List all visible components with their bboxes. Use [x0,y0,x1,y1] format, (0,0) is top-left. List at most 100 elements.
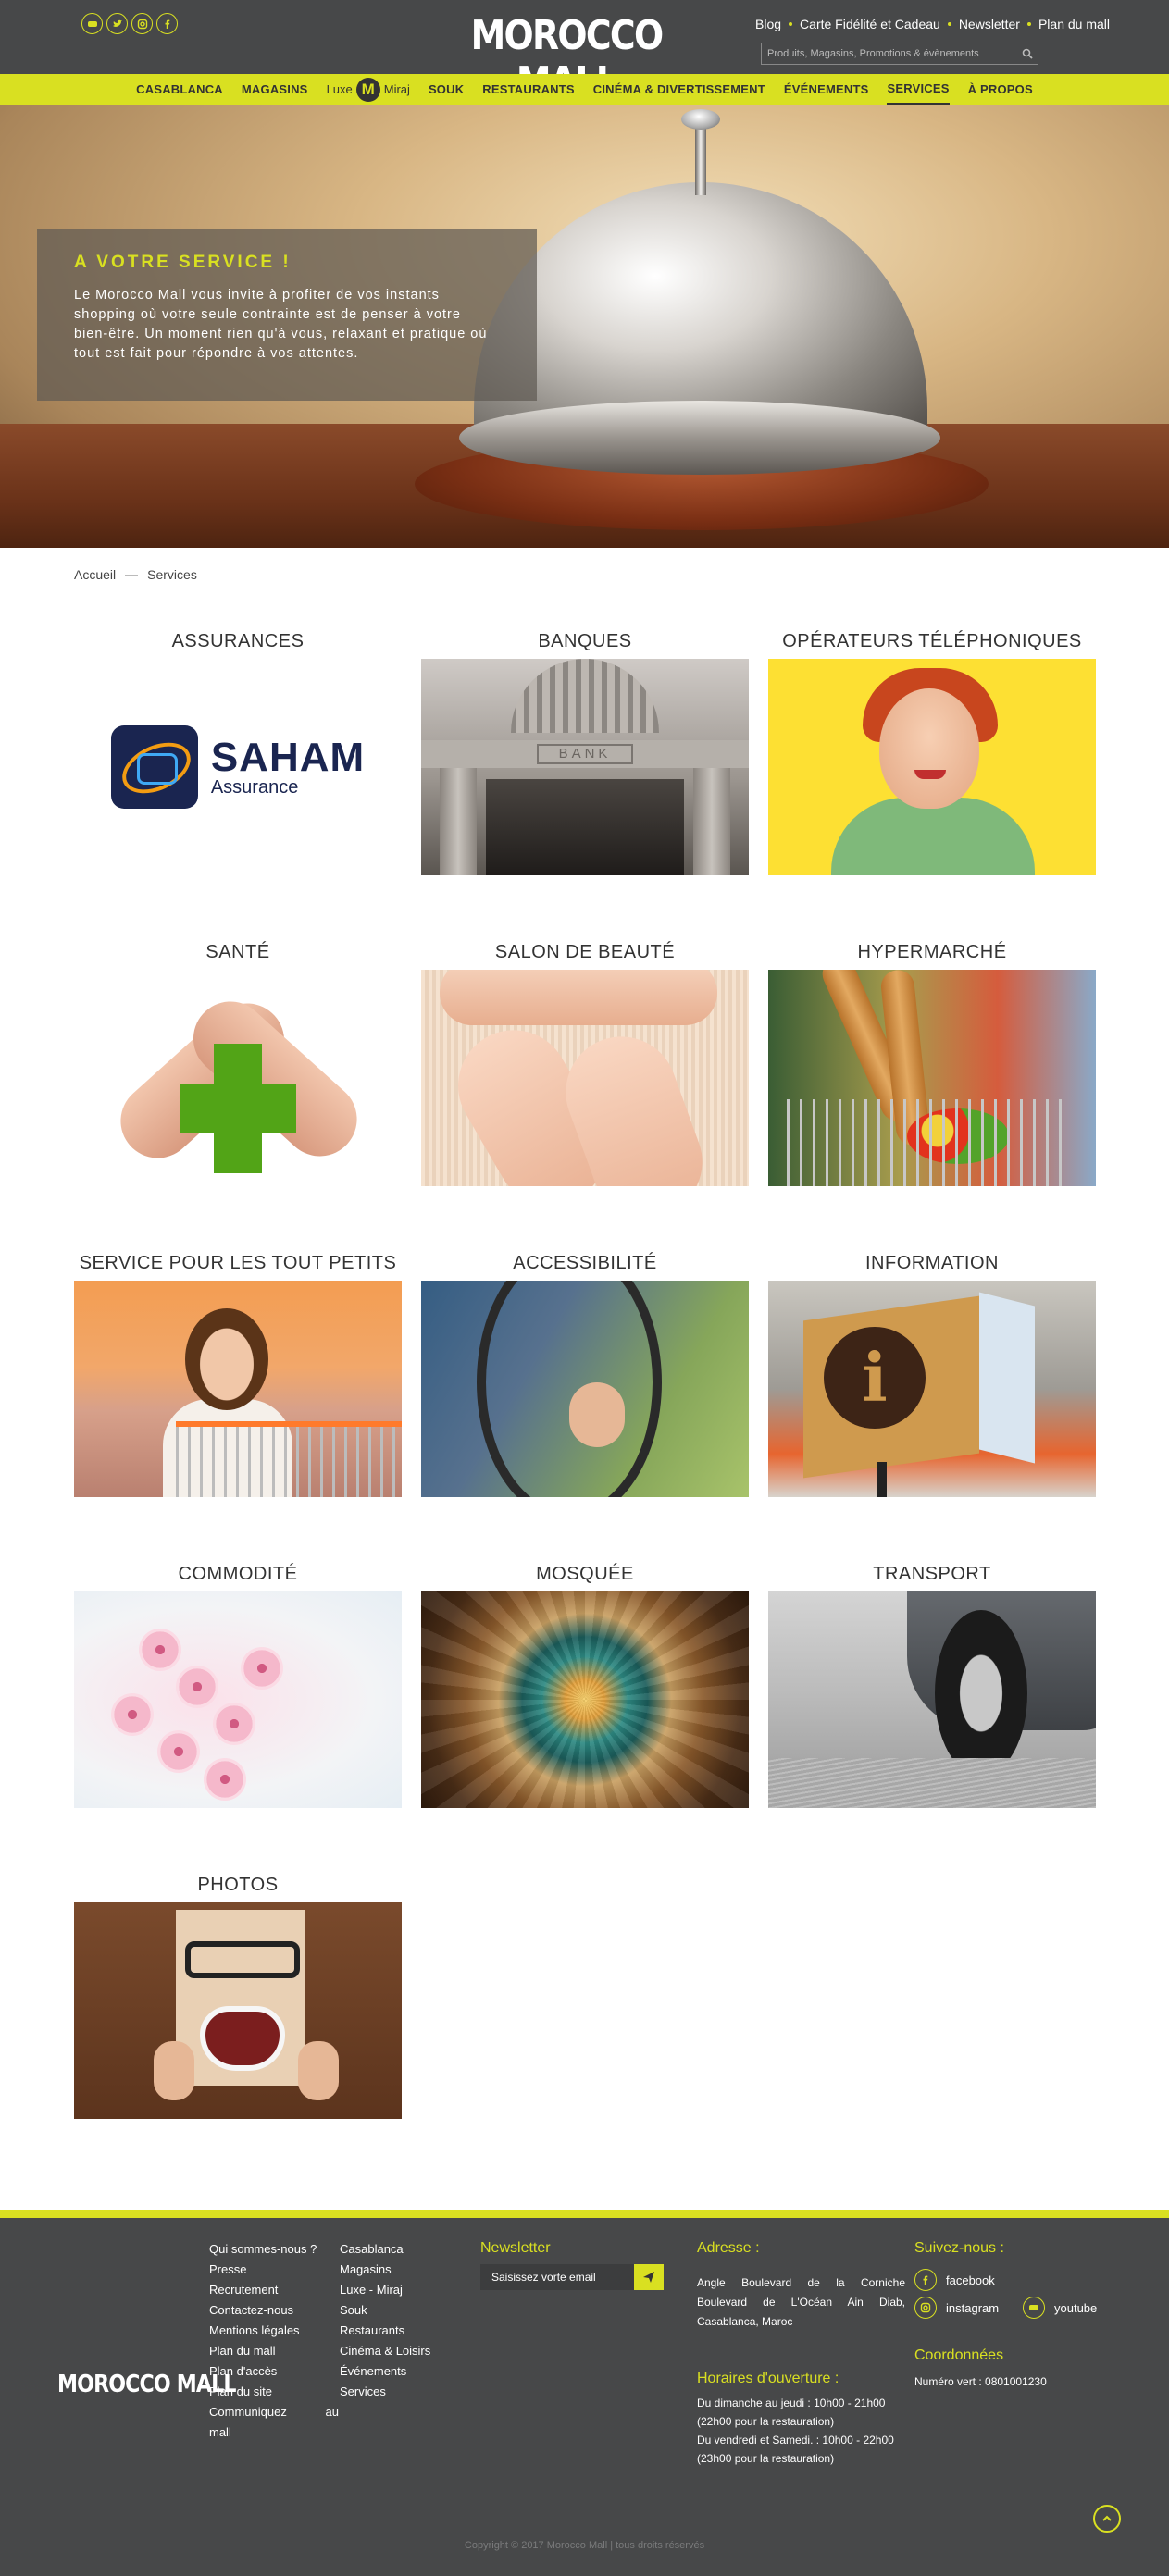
footer-link[interactable]: Contactez-nous [209,2300,330,2321]
site-logo[interactable]: MOROCCO MALL [463,13,670,105]
nav-a-propos[interactable]: À PROPOS [968,74,1033,105]
hero-title: A VOTRE SERVICE ! [74,253,292,272]
service-title[interactable]: TRANSPORT [768,1562,1096,1591]
footer-link[interactable]: Qui sommes-nous ? [209,2239,330,2260]
blog-link[interactable]: Blog [755,17,781,31]
nav-magasins[interactable]: MAGASINS [242,74,308,105]
health-cross-image[interactable] [74,970,402,1186]
footer-youtube-link[interactable]: youtube [1023,2297,1097,2319]
search-icon[interactable] [1017,48,1038,59]
photo-booth-image[interactable] [74,1902,402,2119]
services-grid: ASSURANCES SAHAM Assurance BANQUES BANK … [74,629,1096,2119]
instagram-icon[interactable] [131,13,153,34]
footer-link[interactable]: Plan du site [209,2382,330,2402]
nav-evenements[interactable]: ÉVÉNEMENTS [784,74,869,105]
copyright: Copyright © 2017 Morocco Mall | tous dro… [464,2540,705,2551]
nav-services[interactable]: SERVICES [887,74,950,105]
hero-text: Le Morocco Mall vous invite à profiter d… [74,288,488,361]
separator-dot [789,22,793,26]
service-card-commodite[interactable]: COMMODITÉ [74,1562,402,1808]
youtube-icon[interactable] [81,13,103,34]
saham-logo-image[interactable]: SAHAM Assurance [74,659,402,875]
send-icon[interactable] [634,2264,664,2290]
facebook-icon[interactable] [156,13,178,34]
service-title[interactable]: ASSURANCES [74,629,402,659]
footer-link[interactable]: Cinéma & Loisirs [340,2341,451,2361]
footer-link[interactable]: Services [340,2382,451,2402]
footer-link[interactable]: Restaurants [340,2321,451,2341]
footer-link[interactable]: Souk [340,2300,451,2321]
nav-luxe-miraj[interactable]: Luxe M Miraj [326,77,410,102]
service-card-sante[interactable]: SANTÉ [74,940,402,1186]
breadcrumb-separator [125,574,139,576]
service-card-beaute[interactable]: SALON DE BEAUTÉ [421,940,749,1186]
service-title[interactable]: HYPERMARCHÉ [768,940,1096,970]
service-title[interactable]: PHOTOS [74,1873,402,1902]
mosque-dome-image[interactable] [421,1591,749,1808]
car-tire-image[interactable] [768,1591,1096,1808]
footer-instagram-link[interactable]: instagram [914,2297,999,2319]
loyalty-card-link[interactable]: Carte Fidélité et Cadeau [800,17,940,31]
service-card-photos[interactable]: PHOTOS [74,1873,402,2119]
footer-link[interactable]: Casablanca [340,2239,451,2260]
follow-us-title: Suivez-nous : [914,2240,1004,2256]
footer-link[interactable]: Plan du mall [209,2341,330,2361]
search-input[interactable] [762,43,1017,64]
footer-link[interactable]: Recrutement [209,2280,330,2300]
hypermarket-image[interactable] [768,970,1096,1186]
service-title[interactable]: SALON DE BEAUTÉ [421,940,749,970]
service-title[interactable]: INFORMATION [768,1251,1096,1281]
service-title[interactable]: SERVICE POUR LES TOUT PETITS [74,1251,402,1281]
service-title[interactable]: SANTÉ [74,940,402,970]
newsletter-email-input[interactable] [480,2264,634,2290]
hours-weekdays-restaurants: (22h00 pour la restauration) [697,2415,835,2428]
service-title[interactable]: ACCESSIBILITÉ [421,1251,749,1281]
cherry-blossom-image[interactable] [74,1591,402,1808]
footer-link[interactable]: Magasins [340,2260,451,2280]
kids-cart-image[interactable] [74,1281,402,1497]
nav-restaurants[interactable]: RESTAURANTS [482,74,574,105]
service-card-accessibilite[interactable]: ACCESSIBILITÉ [421,1251,749,1497]
nav-casablanca[interactable]: CASABLANCA [136,74,223,105]
nav-luxe-label: Luxe [326,82,353,96]
hours-weekdays: Du dimanche au jeudi : 10h00 - 21h00 [697,2396,886,2409]
hours-weekend: Du vendredi et Samedi. : 10h00 - 22h00 [697,2434,894,2446]
hero-text-box: A VOTRE SERVICE ! Le Morocco Mall vous i… [37,229,537,401]
bell-stem-image [695,121,706,195]
nav-cinema[interactable]: CINÉMA & DIVERTISSEMENT [593,74,765,105]
newsletter-link[interactable]: Newsletter [959,17,1020,31]
service-title[interactable]: BANQUES [421,629,749,659]
service-card-banques[interactable]: BANQUES BANK [421,629,749,875]
footer-link[interactable]: Presse [209,2260,330,2280]
beauty-salon-image[interactable] [421,970,749,1186]
mall-map-link[interactable]: Plan du mall [1038,17,1110,31]
service-card-information[interactable]: INFORMATION i [768,1251,1096,1497]
footer-link[interactable]: Événements [340,2361,451,2382]
service-card-transport[interactable]: TRANSPORT [768,1562,1096,1808]
info-sign-image[interactable]: i [768,1281,1096,1497]
phone-operator-image[interactable] [768,659,1096,875]
info-icon: i [824,1327,926,1429]
footer-facebook-link[interactable]: facebook [914,2269,995,2291]
breadcrumb-home[interactable]: Accueil [74,567,116,582]
service-card-assurances[interactable]: ASSURANCES SAHAM Assurance [74,629,402,875]
service-title[interactable]: OPÉRATEURS TÉLÉPHONIQUES [768,629,1096,659]
footer-link[interactable]: Communiquez au mall [209,2402,339,2443]
service-card-hypermarche[interactable]: HYPERMARCHÉ [768,940,1096,1186]
service-title[interactable]: COMMODITÉ [74,1562,402,1591]
hours-weekend-restaurants: (23h00 pour la restauration) [697,2452,835,2465]
service-card-mosquee[interactable]: MOSQUÉE [421,1562,749,1808]
footer-links-col2: Casablanca Magasins Luxe - Miraj Souk Re… [340,2239,451,2402]
bank-image[interactable]: BANK [421,659,749,875]
instagram-icon [914,2297,937,2319]
footer-link[interactable]: Luxe - Miraj [340,2280,451,2300]
footer-link[interactable]: Plan d'accès [209,2361,330,2382]
service-card-tout-petits[interactable]: SERVICE POUR LES TOUT PETITS [74,1251,402,1497]
scroll-to-top-icon[interactable] [1093,2505,1121,2533]
service-card-operateurs[interactable]: OPÉRATEURS TÉLÉPHONIQUES [768,629,1096,875]
nav-souk[interactable]: SOUK [429,74,464,105]
twitter-icon[interactable] [106,13,128,34]
footer-link[interactable]: Mentions légales [209,2321,330,2341]
service-title[interactable]: MOSQUÉE [421,1562,749,1591]
wheelchair-image[interactable] [421,1281,749,1497]
